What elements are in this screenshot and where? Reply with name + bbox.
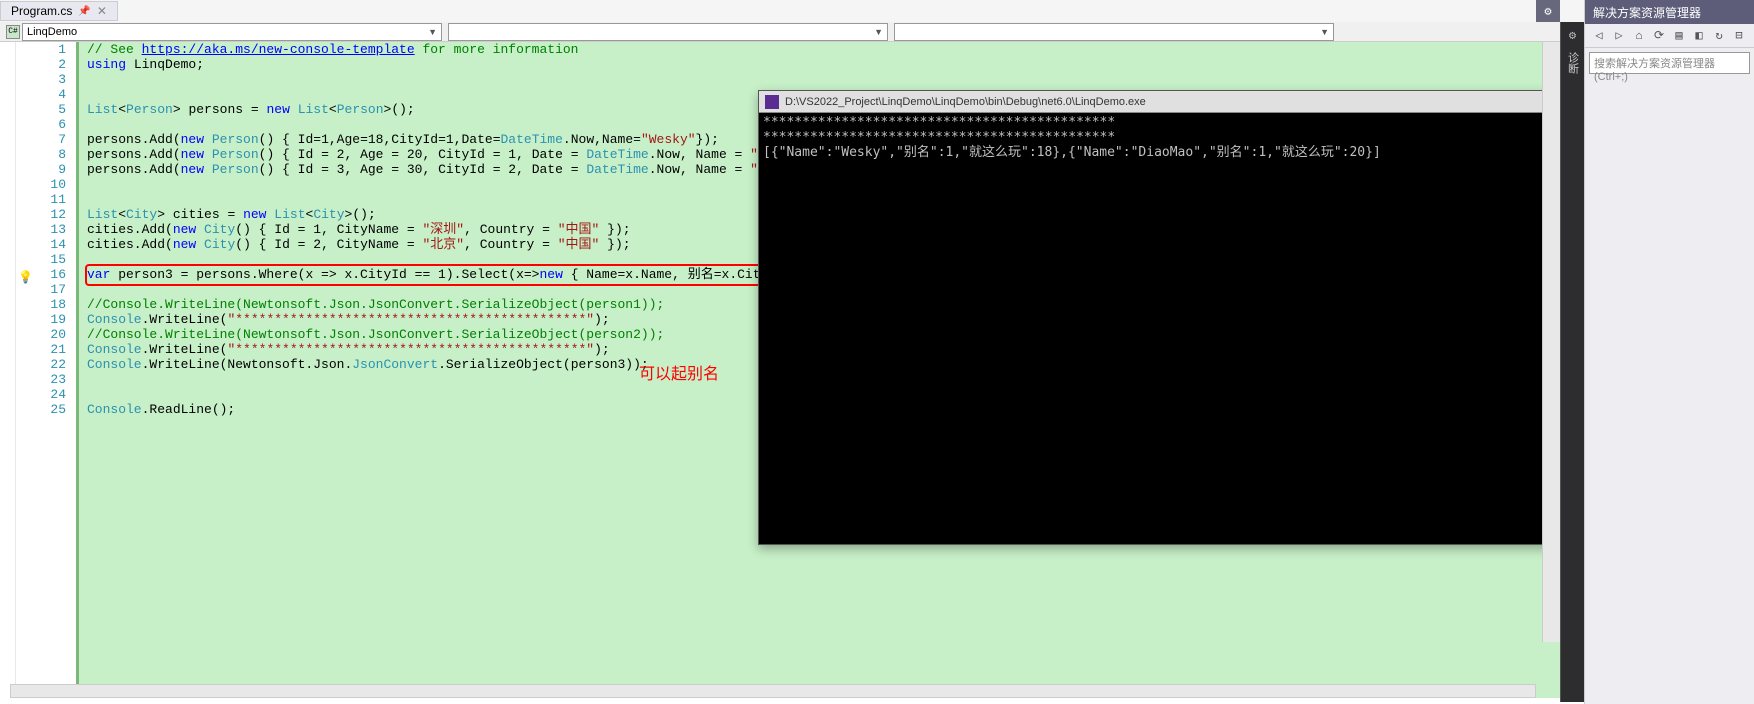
console-title-text: D:\VS2022_Project\LinqDemo\LinqDemo\bin\… [785, 96, 1146, 108]
line-number: 11 [16, 192, 66, 207]
annotation-text: 可以起别名 [639, 360, 719, 384]
line-gutter: 1 2 3 4 5 6 7 8 9 10 11 12 13 14 15 16 1… [16, 42, 76, 698]
context-toolbar: C# LinqDemo ▼ ▼ ▼ [0, 22, 1754, 42]
line-number: 12 [16, 207, 66, 222]
diagnostics-label[interactable]: 诊断 [1565, 52, 1581, 74]
line-number: 4 [16, 87, 66, 102]
line-number: 15 [16, 252, 66, 267]
line-number: 8 [16, 147, 66, 162]
outline-margin [0, 42, 16, 698]
line-number: 24 [16, 387, 66, 402]
collapse-icon[interactable]: ⊟ [1731, 28, 1747, 44]
search-input[interactable]: 搜索解决方案资源管理器(Ctrl+;) [1589, 52, 1750, 74]
gear-icon[interactable]: ⚙ [1536, 0, 1560, 22]
panel-title: 解决方案资源管理器 [1585, 0, 1754, 24]
member-dropdown[interactable]: ▼ [894, 23, 1334, 41]
line-number: 2 [16, 57, 66, 72]
line-number: 18 [16, 297, 66, 312]
line-number: 25 [16, 402, 66, 417]
side-strip: ⚙ 诊断 [1560, 22, 1584, 702]
pin-icon[interactable]: 📌 [78, 6, 90, 17]
console-titlebar[interactable]: D:\VS2022_Project\LinqDemo\LinqDemo\bin\… [759, 91, 1557, 113]
line-number: 7 [16, 132, 66, 147]
tab-bar: Program.cs 📌 ✕ [0, 0, 1754, 22]
line-number: 1 [16, 42, 66, 57]
sync-icon[interactable]: ⟳ [1651, 28, 1667, 44]
forward-icon[interactable]: ▷ [1611, 28, 1627, 44]
gear-icon[interactable]: ⚙ [1564, 26, 1582, 44]
file-tab[interactable]: Program.cs 📌 ✕ [0, 1, 118, 21]
chevron-down-icon: ▼ [1320, 27, 1329, 37]
line-number: 14 [16, 237, 66, 252]
lightbulb-icon[interactable]: 💡 [18, 270, 33, 285]
line-number: 19 [16, 312, 66, 327]
console-output: ****************************************… [759, 113, 1557, 162]
line-number: 9 [16, 162, 66, 177]
line-number: 10 [16, 177, 66, 192]
console-icon [765, 95, 779, 109]
line-number: 21 [16, 342, 66, 357]
line-number: 22 [16, 357, 66, 372]
chevron-down-icon: ▼ [874, 27, 883, 37]
line-number: 3 [16, 72, 66, 87]
close-icon[interactable]: ✕ [97, 4, 107, 18]
csharp-icon: C# [6, 25, 20, 39]
type-dropdown[interactable]: ▼ [448, 23, 888, 41]
home-icon[interactable]: ⌂ [1631, 28, 1647, 44]
context-value: LinqDemo [27, 26, 77, 38]
line-number: 13 [16, 222, 66, 237]
line-number: 23 [16, 372, 66, 387]
refresh-icon[interactable]: ↻ [1711, 28, 1727, 44]
solution-explorer: 解决方案资源管理器 ◁ ▷ ⌂ ⟳ ▤ ◧ ↻ ⊟ 搜索解决方案资源管理器(Ct… [1584, 0, 1754, 704]
console-window[interactable]: D:\VS2022_Project\LinqDemo\LinqDemo\bin\… [758, 90, 1558, 545]
context-dropdown[interactable]: LinqDemo ▼ [22, 23, 442, 41]
panel-toolbar: ◁ ▷ ⌂ ⟳ ▤ ◧ ↻ ⊟ [1585, 24, 1754, 48]
back-icon[interactable]: ◁ [1591, 28, 1607, 44]
show-all-icon[interactable]: ◧ [1691, 28, 1707, 44]
line-number: 20 [16, 327, 66, 342]
chevron-down-icon: ▼ [428, 27, 437, 37]
line-number: 5 [16, 102, 66, 117]
filter-icon[interactable]: ▤ [1671, 28, 1687, 44]
line-number: 6 [16, 117, 66, 132]
tab-title: Program.cs [11, 4, 72, 18]
horizontal-scrollbar[interactable] [10, 684, 1536, 698]
vertical-scrollbar[interactable] [1542, 42, 1560, 642]
